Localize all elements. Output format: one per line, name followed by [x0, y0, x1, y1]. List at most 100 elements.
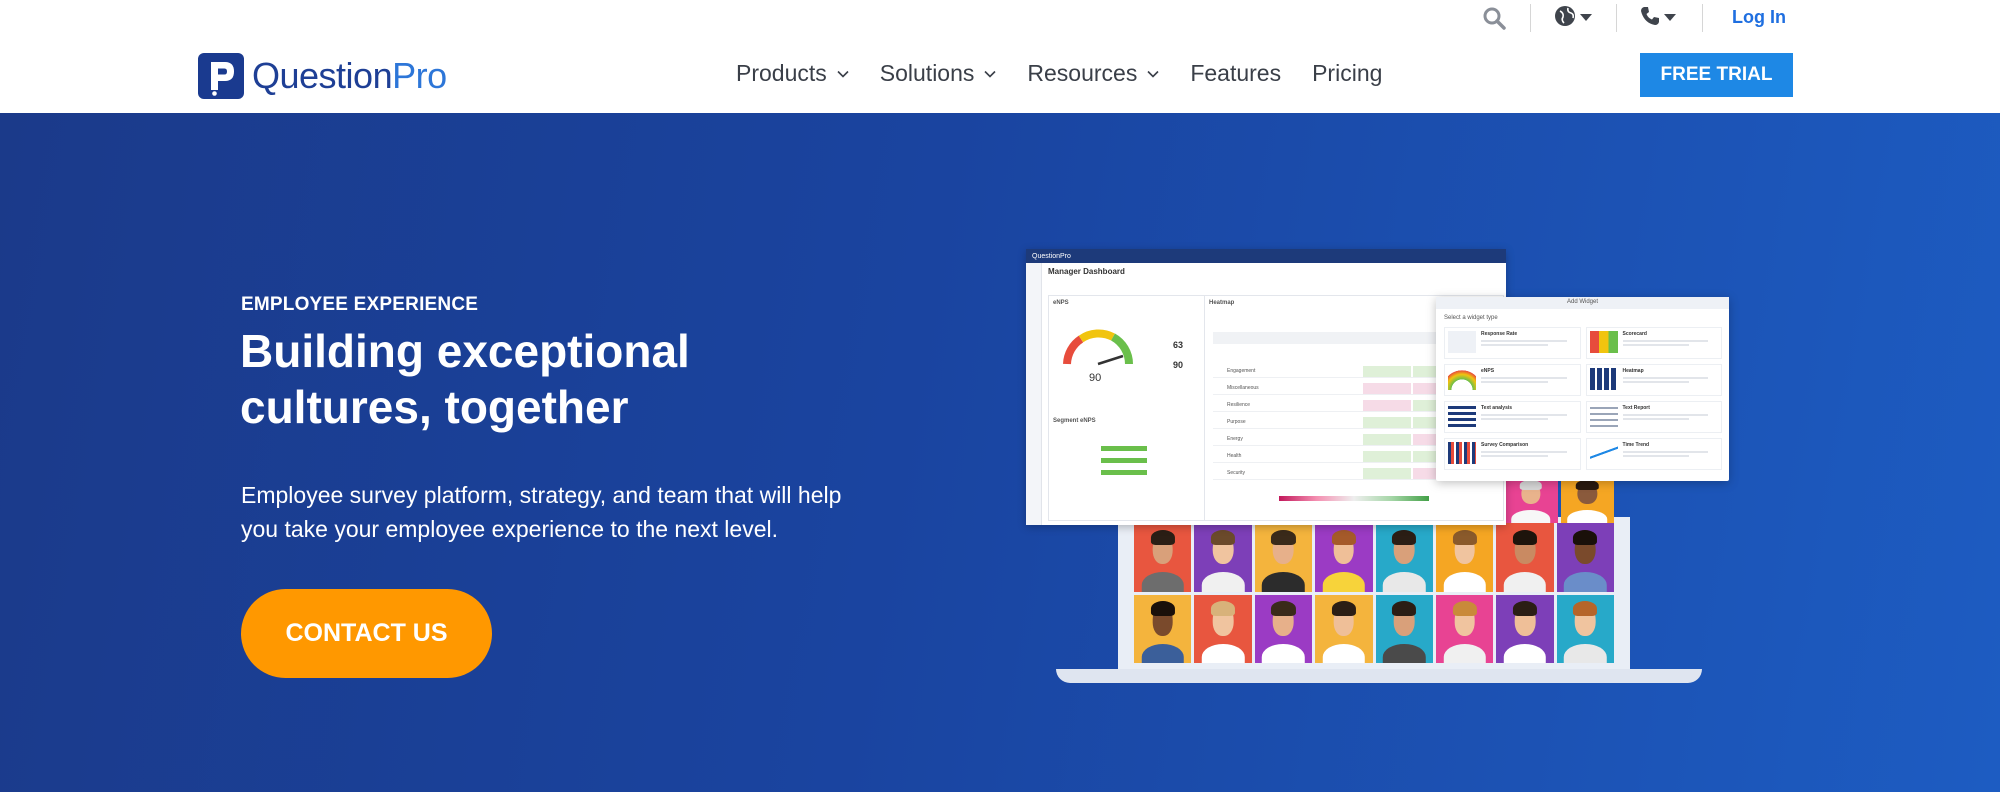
nav-item-products[interactable]: Products [736, 60, 849, 87]
chevron-down-icon [1147, 70, 1159, 78]
heatmap-legend [1279, 496, 1429, 501]
widget-option-label: Survey Comparison [1481, 442, 1529, 448]
nav-label: Solutions [879, 60, 975, 86]
person-photo [1375, 523, 1433, 592]
heatmap-row-label: Energy [1227, 436, 1243, 442]
nav-label: Features [1190, 60, 1282, 86]
caret-down-icon [1664, 9, 1676, 27]
login-link[interactable]: Log In [1732, 7, 1786, 28]
person-photo [1560, 475, 1614, 523]
logo-text-question: Question [252, 55, 393, 96]
widget-option-label: Time Trend [1622, 442, 1650, 448]
person-photo [1254, 523, 1313, 592]
widget-option-label: Heatmap [1622, 368, 1644, 374]
widget-option-label: Scorecard [1622, 331, 1647, 337]
product-illustration: QuestionPro Manager Dashboard eNPS 90 63… [1026, 249, 1730, 683]
add-widget-subtitle: Select a widget type [1444, 315, 1498, 321]
nav-item-solutions[interactable]: Solutions [880, 60, 997, 87]
person-photo [1504, 475, 1558, 523]
hero-section: EMPLOYEE EXPERIENCE Building exceptional… [0, 113, 2000, 792]
logo-text-pro: Pro [392, 55, 447, 96]
nav-item-pricing[interactable]: Pricing [1312, 60, 1382, 87]
enps-value: 90 [1089, 372, 1102, 384]
add-widget-panel: Add Widget Select a widget type Response… [1436, 297, 1729, 481]
enps-card-title: eNPS [1053, 300, 1069, 306]
questionpro-logo[interactable]: QuestionPro [198, 53, 447, 99]
phone-selector[interactable] [1640, 6, 1676, 30]
laptop-base [1056, 669, 1702, 683]
chevron-down-icon [837, 70, 849, 78]
enps-gauge-icon [1063, 329, 1133, 366]
heatmap-row-label: Purpose [1227, 419, 1246, 425]
person-photo [1315, 523, 1373, 592]
dashboard-preview: QuestionPro Manager Dashboard eNPS 90 63… [1026, 249, 1513, 525]
widget-option-label: Text Report [1622, 405, 1650, 411]
person-photo [1254, 594, 1313, 663]
person-photo [1194, 523, 1252, 592]
nav-item-resources[interactable]: Resources [1027, 60, 1159, 87]
language-selector[interactable] [1554, 5, 1592, 32]
dashboard-sidebar [1026, 263, 1042, 525]
person-photo [1194, 594, 1252, 663]
nav-item-features[interactable]: Features [1190, 60, 1281, 87]
hero-subtext: Employee survey platform, strategy, and … [241, 482, 842, 542]
widget-option: Scorecard [1585, 327, 1722, 359]
person-photo [1556, 594, 1614, 663]
widget-option: Response Rate [1444, 327, 1581, 359]
divider [1702, 4, 1703, 32]
widget-option: Heatmap [1585, 364, 1722, 396]
contact-us-button[interactable]: CONTACT US [241, 589, 492, 678]
person-photo [1134, 523, 1192, 592]
phone-icon [1640, 6, 1660, 31]
search-icon[interactable] [1482, 6, 1506, 30]
overall-value: 90 [1173, 360, 1184, 370]
person-photo [1435, 523, 1494, 592]
widget-type-grid: Response Rate Scorecard eNPS Heatmap Tex… [1444, 327, 1722, 470]
person-photo [1556, 523, 1614, 592]
caret-down-icon [1580, 9, 1592, 27]
person-photo [1375, 594, 1433, 663]
nav-menu: Products Solutions Resources Features Pr… [736, 60, 1413, 87]
dashboard-topbar: QuestionPro [1026, 249, 1506, 263]
segment-enps-title: Segment eNPS [1053, 418, 1096, 424]
logo-mark-icon [198, 53, 244, 99]
segment-bar [1101, 446, 1147, 451]
person-photo [1315, 594, 1373, 663]
heatmap-row-label: Engagement [1227, 368, 1256, 374]
photo-strip [1504, 475, 1614, 523]
segment-bar [1101, 458, 1147, 463]
nav-label: Products [736, 60, 827, 86]
person-photo [1496, 523, 1554, 592]
people-photo-grid [1134, 523, 1614, 663]
divider [1616, 4, 1617, 32]
free-trial-button[interactable]: FREE TRIAL [1640, 53, 1793, 97]
main-navigation: QuestionPro Products Solutions Resources… [0, 36, 2000, 113]
respondents-value: 63 [1173, 340, 1184, 350]
nav-label: Resources [1027, 60, 1138, 86]
person-photo [1496, 594, 1554, 663]
divider [1530, 4, 1531, 32]
heatmap-row-label: Security [1227, 470, 1246, 476]
widget-option: Text Report [1585, 401, 1722, 433]
widget-option: Time Trend [1585, 438, 1722, 470]
nav-label: Pricing [1312, 60, 1383, 86]
dashboard-title: Manager Dashboard [1048, 267, 1125, 276]
widget-option-label: Text analysis [1481, 405, 1513, 411]
widget-option-label: eNPS [1481, 368, 1495, 374]
hero-headline: Building exceptional cultures, together [240, 325, 690, 433]
widget-option: Survey Comparison [1444, 438, 1581, 470]
dashboard-app-name: QuestionPro [1032, 252, 1071, 260]
heatmap-row-label: Resilience [1227, 402, 1251, 408]
heatmap-row-label: Health [1227, 453, 1242, 459]
widget-option-label: Response Rate [1481, 331, 1518, 337]
widget-option: Text analysis [1444, 401, 1581, 433]
enps-card: eNPS 90 63 90 Segment eNPS [1048, 295, 1208, 521]
widget-option: eNPS [1444, 364, 1581, 396]
globe-icon [1554, 5, 1576, 32]
heatmap-card-title: Heatmap [1209, 300, 1235, 306]
hero-eyebrow: EMPLOYEE EXPERIENCE [241, 294, 479, 315]
utility-bar: Log In [0, 0, 2000, 36]
person-photo [1134, 594, 1192, 663]
segment-bar [1101, 470, 1147, 475]
heatmap-row-label: Miscellaneous [1227, 385, 1259, 391]
